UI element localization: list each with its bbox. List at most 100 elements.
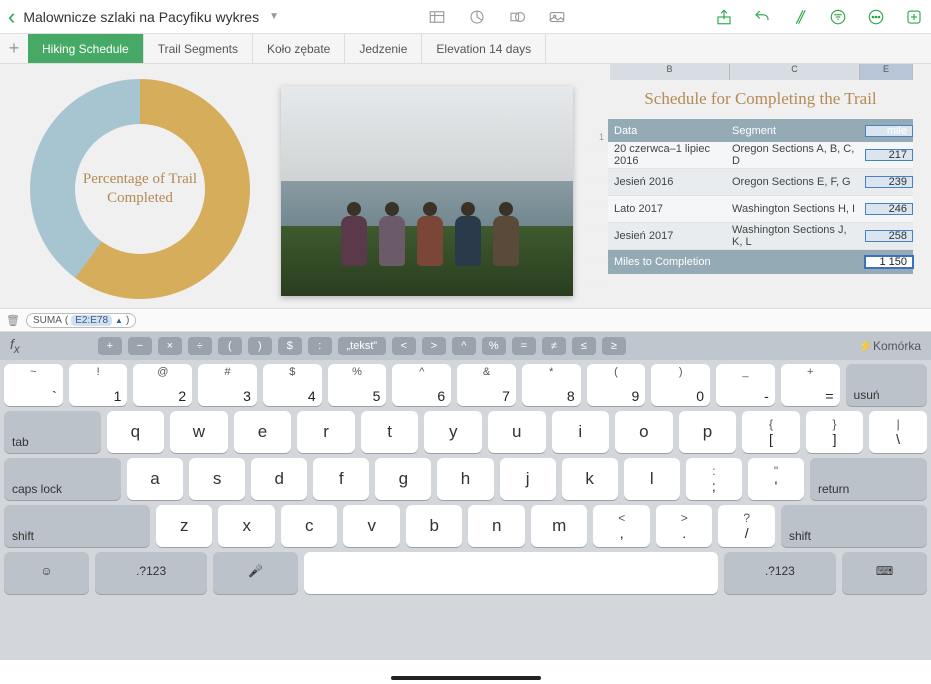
- key-a[interactable]: a: [127, 458, 183, 500]
- op-button[interactable]: $: [278, 337, 302, 355]
- sheet-tab[interactable]: Elevation 14 days: [422, 34, 546, 63]
- table-icon[interactable]: [428, 8, 446, 26]
- title-dropdown-icon[interactable]: ▼: [269, 11, 279, 22]
- format-icon[interactable]: [791, 8, 809, 26]
- op-button[interactable]: ≠: [542, 337, 566, 355]
- key-h[interactable]: h: [437, 458, 493, 500]
- shift-key[interactable]: shift: [781, 505, 927, 547]
- space-key[interactable]: [304, 552, 717, 594]
- key-c[interactable]: c: [281, 505, 338, 547]
- key-d[interactable]: d: [251, 458, 307, 500]
- table-row[interactable]: Jesień 2017Washington Sections J, K, L25…: [608, 223, 913, 250]
- tab-key[interactable]: tab: [4, 411, 101, 453]
- table-row[interactable]: Lato 2017Washington Sections H, I246: [608, 196, 913, 223]
- key-punct[interactable]: >.: [656, 505, 713, 547]
- op-button[interactable]: ÷: [188, 337, 212, 355]
- clear-formula-icon[interactable]: 🗑: [6, 314, 20, 327]
- op-button[interactable]: +: [98, 337, 122, 355]
- home-indicator[interactable]: [391, 676, 541, 680]
- sheet-tab[interactable]: Trail Segments: [144, 34, 253, 63]
- return-key[interactable]: return: [810, 458, 927, 500]
- key-z[interactable]: z: [156, 505, 213, 547]
- insert-icon[interactable]: [905, 8, 923, 26]
- numswitch-key[interactable]: .?123: [724, 552, 836, 594]
- key-punct[interactable]: "': [748, 458, 804, 500]
- add-sheet-button[interactable]: +: [0, 34, 28, 63]
- table-footer-row[interactable]: Miles to Completion1 150: [608, 250, 913, 274]
- key-e[interactable]: e: [234, 411, 292, 453]
- column-header-row[interactable]: B C E: [610, 64, 913, 80]
- key--[interactable]: _-: [716, 364, 775, 406]
- key-j[interactable]: j: [500, 458, 556, 500]
- key-g[interactable]: g: [375, 458, 431, 500]
- key-p[interactable]: p: [679, 411, 737, 453]
- sheet-tab[interactable]: Koło zębate: [253, 34, 345, 63]
- key-w[interactable]: w: [170, 411, 228, 453]
- sheet-tab[interactable]: Hiking Schedule: [28, 34, 144, 63]
- key-y[interactable]: y: [424, 411, 482, 453]
- key-r[interactable]: r: [297, 411, 355, 453]
- formula-token[interactable]: SUMA (E2:E78▲): [26, 313, 136, 328]
- capslock-key[interactable]: caps lock: [4, 458, 121, 500]
- key-m[interactable]: m: [531, 505, 588, 547]
- op-button[interactable]: %: [482, 337, 506, 355]
- key-2[interactable]: @2: [133, 364, 192, 406]
- formula-bar[interactable]: 🗑 SUMA (E2:E78▲): [0, 308, 931, 332]
- key-punct[interactable]: ?/: [718, 505, 775, 547]
- key-`[interactable]: ~`: [4, 364, 63, 406]
- key-bracket[interactable]: }]: [806, 411, 864, 453]
- key-5[interactable]: %5: [328, 364, 387, 406]
- filter-icon[interactable]: [829, 8, 847, 26]
- op-button[interactable]: <: [392, 337, 416, 355]
- key-k[interactable]: k: [562, 458, 618, 500]
- key-3[interactable]: #3: [198, 364, 257, 406]
- key-1[interactable]: !1: [69, 364, 128, 406]
- op-button[interactable]: ×: [158, 337, 182, 355]
- op-button[interactable]: −: [128, 337, 152, 355]
- dictation-key[interactable]: 🎤: [213, 552, 298, 594]
- key-l[interactable]: l: [624, 458, 680, 500]
- key-i[interactable]: i: [552, 411, 610, 453]
- key-=[interactable]: +=: [781, 364, 840, 406]
- image-object[interactable]: [281, 86, 573, 296]
- key-4[interactable]: $4: [263, 364, 322, 406]
- table-row[interactable]: 20 czerwca–1 lipiec 2016Oregon Sections …: [608, 142, 913, 169]
- shift-key[interactable]: shift: [4, 505, 150, 547]
- dismiss-keyboard-key[interactable]: ⌨: [842, 552, 927, 594]
- undo-icon[interactable]: [753, 8, 771, 26]
- schedule-table[interactable]: Schedule for Completing the Trail Data S…: [608, 80, 913, 274]
- key-b[interactable]: b: [406, 505, 463, 547]
- key-7[interactable]: &7: [457, 364, 516, 406]
- table-row[interactable]: Jesień 2016Oregon Sections E, F, G239: [608, 169, 913, 196]
- key-o[interactable]: o: [615, 411, 673, 453]
- cell-reference-button[interactable]: ⚡Komórka: [858, 339, 921, 353]
- op-button[interactable]: ≥: [602, 337, 626, 355]
- key-q[interactable]: q: [107, 411, 165, 453]
- key-bracket[interactable]: |\: [869, 411, 927, 453]
- fx-icon[interactable]: fx: [10, 336, 20, 356]
- key-punct[interactable]: <,: [593, 505, 650, 547]
- op-button[interactable]: ^: [452, 337, 476, 355]
- delete-key[interactable]: usuń: [846, 364, 927, 406]
- key-punct[interactable]: :;: [686, 458, 742, 500]
- op-button[interactable]: >: [422, 337, 446, 355]
- op-button[interactable]: =: [512, 337, 536, 355]
- emoji-key[interactable]: ☺: [4, 552, 89, 594]
- key-t[interactable]: t: [361, 411, 419, 453]
- numswitch-key[interactable]: .?123: [95, 552, 207, 594]
- document-title[interactable]: Malownicze szlaki na Pacyfiku wykres: [23, 9, 259, 25]
- key-s[interactable]: s: [189, 458, 245, 500]
- key-9[interactable]: (9: [587, 364, 646, 406]
- key-8[interactable]: *8: [522, 364, 581, 406]
- key-bracket[interactable]: {[: [742, 411, 800, 453]
- share-icon[interactable]: [715, 8, 733, 26]
- shape-icon[interactable]: [508, 8, 526, 26]
- donut-chart[interactable]: Percentage of Trail Completed: [10, 74, 270, 304]
- key-0[interactable]: )0: [651, 364, 710, 406]
- key-f[interactable]: f: [313, 458, 369, 500]
- op-button[interactable]: (: [218, 337, 242, 355]
- op-button[interactable]: ≤: [572, 337, 596, 355]
- op-button[interactable]: ): [248, 337, 272, 355]
- more-icon[interactable]: [867, 8, 885, 26]
- sheet-tab[interactable]: Jedzenie: [345, 34, 422, 63]
